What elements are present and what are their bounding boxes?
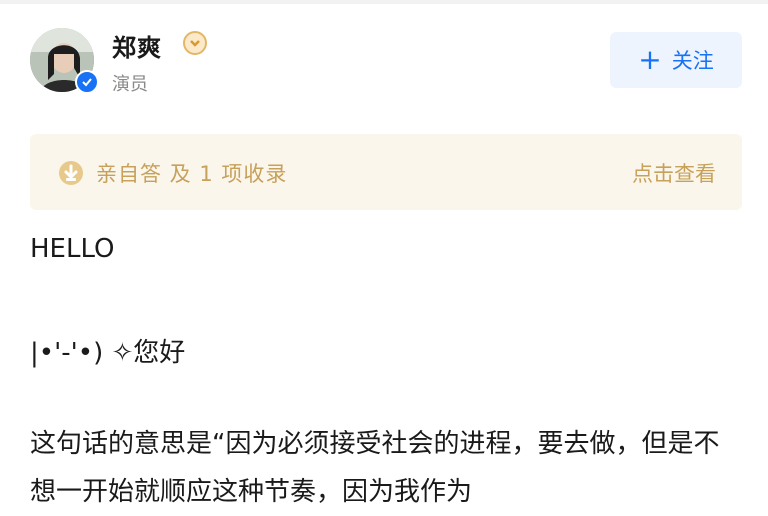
content-paragraph: HELLO [30,234,115,264]
author-header: 郑爽 演员 + 关注 [30,22,742,102]
creator-level-icon [183,31,207,55]
answer-badge-icon [59,161,83,185]
verified-badge-icon [75,70,99,94]
content-paragraph: |•'-'•) ✧您好 [30,338,186,368]
follow-label: 关注 [671,49,714,73]
answer-banner[interactable]: 亲自答 及 1 项收录 点击查看 [30,134,742,210]
view-details-link[interactable]: 点击查看 [632,158,716,188]
author-name[interactable]: 郑爽 [112,28,162,63]
author-title: 演员 [112,74,148,95]
plus-icon: + [638,43,662,76]
follow-button[interactable]: + 关注 [610,32,742,88]
banner-text: 亲自答 及 1 项收录 [96,162,288,186]
content-paragraph: 这句话的意思是“因为必须接受社会的进程，要去做，但是不想一开始就顺应这种节奏，因… [30,429,720,507]
top-divider [0,0,768,4]
